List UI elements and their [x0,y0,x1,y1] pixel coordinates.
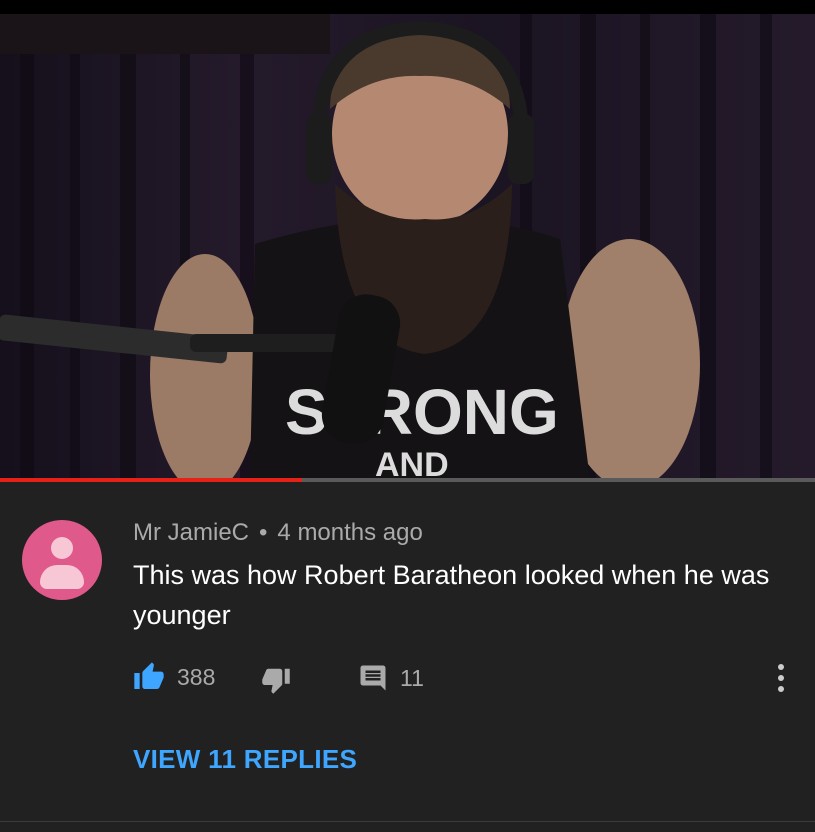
video-player[interactable]: STRONG AND [0,14,815,480]
meta-separator: • [259,519,268,546]
avatar-head [51,537,73,559]
avatar-body [40,565,84,589]
shirt-text-and: AND [375,446,449,480]
view-replies-button[interactable]: VIEW 11 REPLIES [133,744,357,775]
divider [0,821,815,822]
comment-text: This was how Robert Baratheon looked whe… [133,560,770,630]
avatar[interactable] [22,520,102,600]
comment-author[interactable]: Mr JamieC [133,519,249,546]
thumbs-down-icon [262,668,290,694]
like-count: 388 [177,663,216,690]
video-frame-illustration: STRONG AND [0,14,772,480]
more-options-button[interactable] [770,663,792,693]
reply-button[interactable]: 11 [358,663,424,693]
comment-time[interactable]: 4 months ago [277,519,422,546]
comment-thread: Mr JamieC • 4 months ago This was how Robe… [0,482,815,832]
comment-actions: 388 11 [0,657,815,697]
thumbs-up-icon [134,662,164,689]
more-vert-icon [778,664,784,692]
top-status-bar [0,0,815,14]
comment-meta: Mr JamieC • 4 months ago [133,519,423,547]
dislike-button[interactable] [261,665,291,695]
reply-count: 11 [400,664,424,691]
like-button[interactable]: 388 [133,661,215,693]
comment-icon [360,665,386,691]
